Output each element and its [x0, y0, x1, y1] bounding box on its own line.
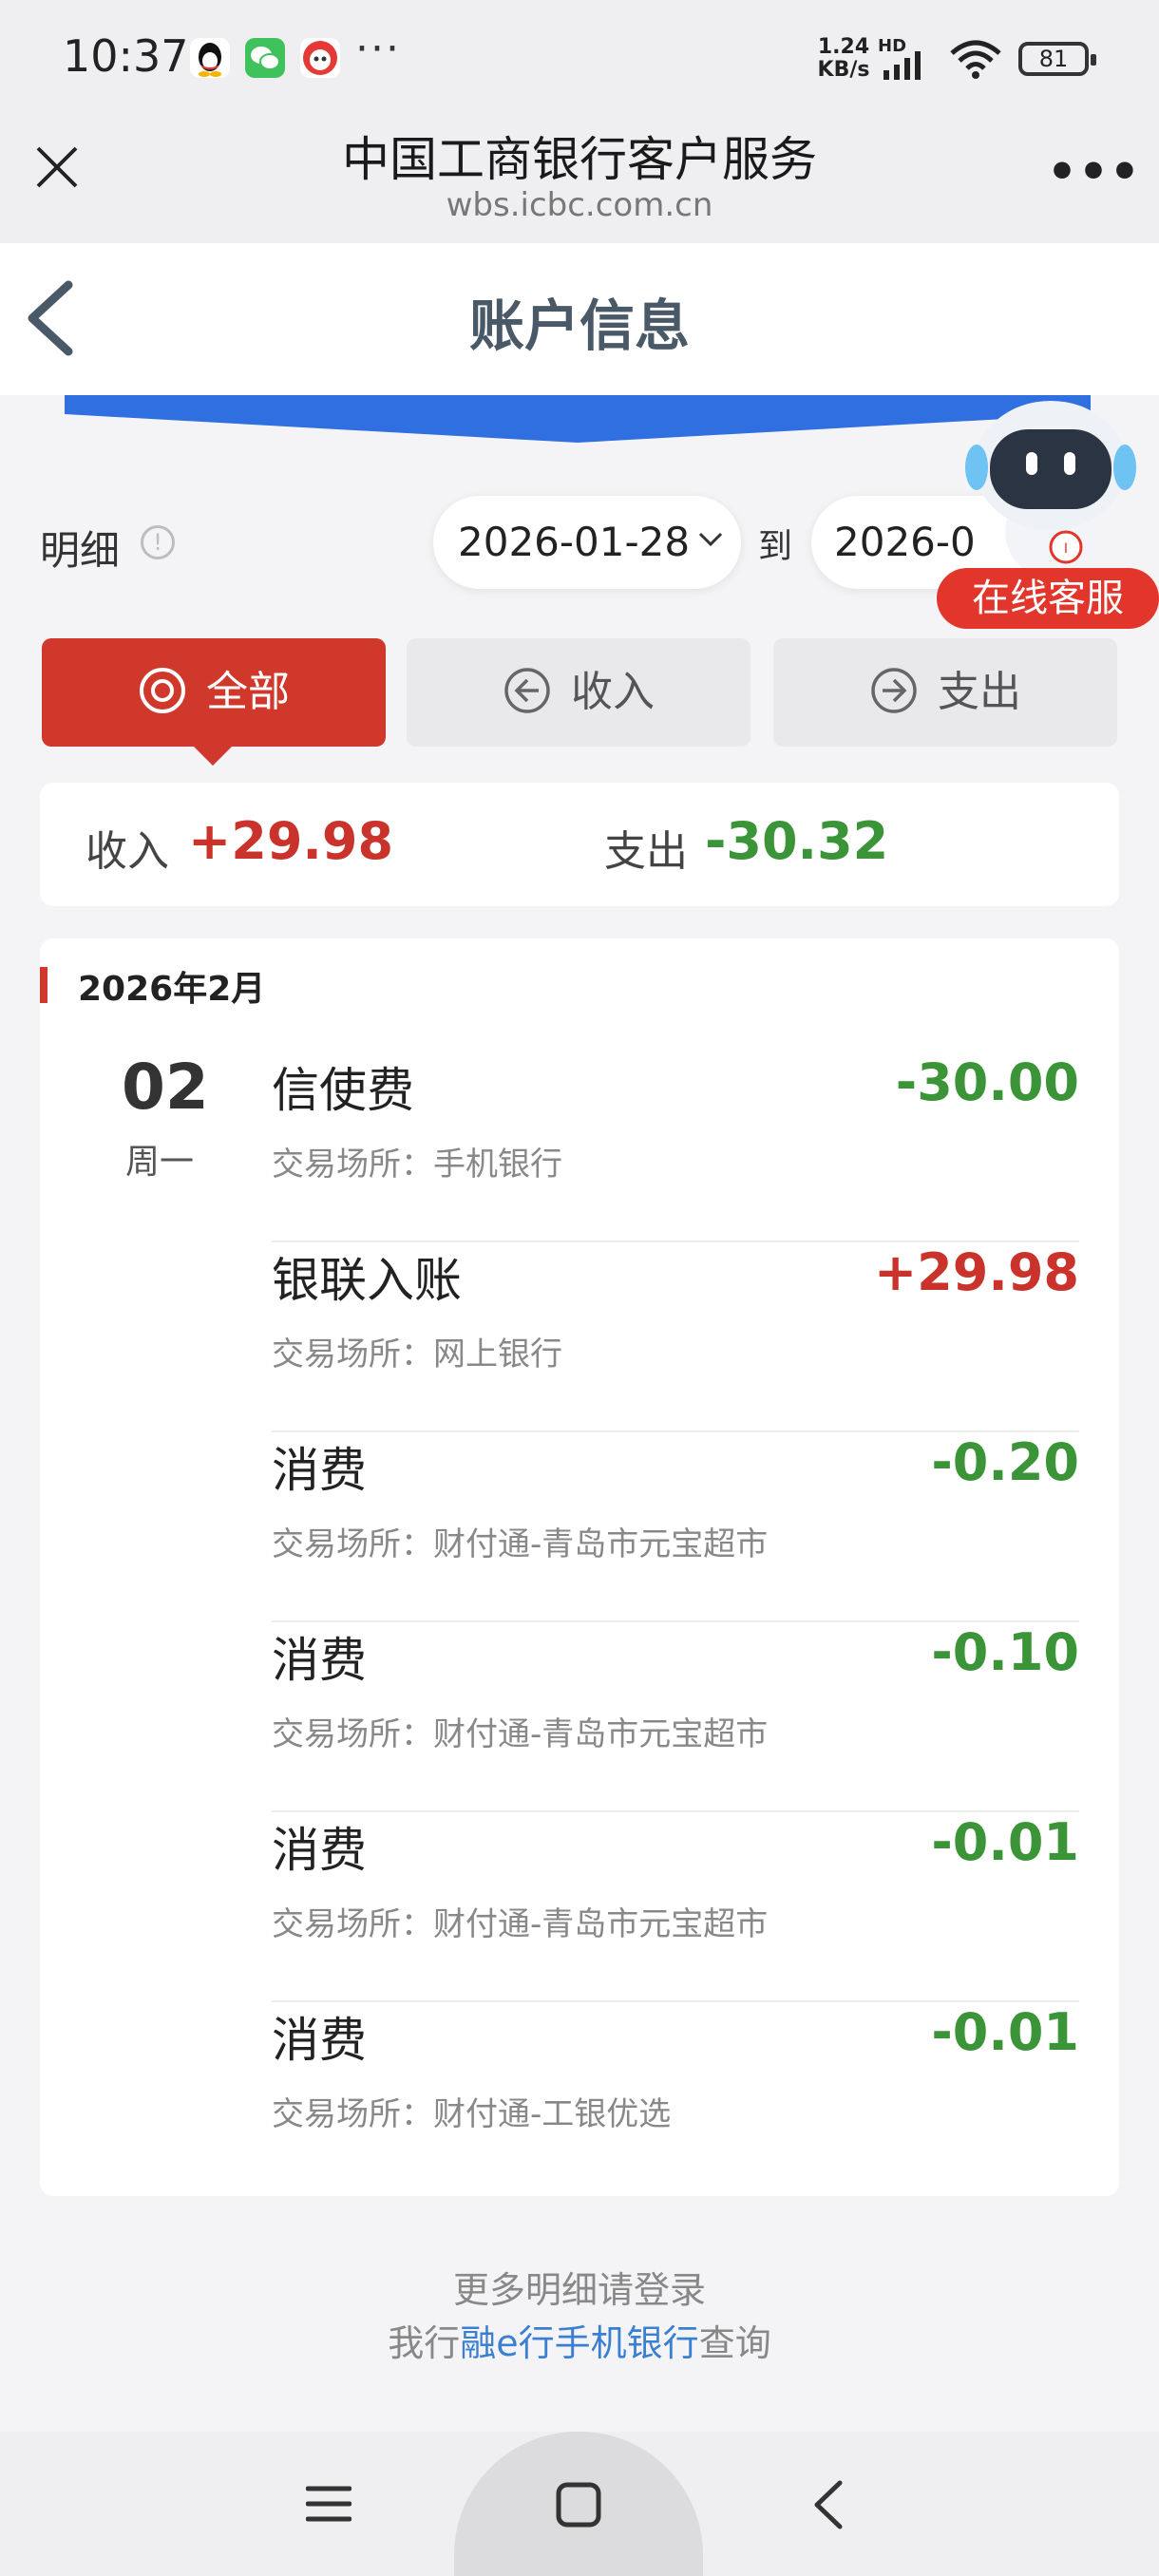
wifi-icon [950, 40, 1001, 79]
browser-header: 中国工商银行客户服务 wbs.icbc.com.cn ••• [0, 116, 1159, 243]
robot-assistant-icon[interactable]: I [960, 399, 1142, 589]
transaction-amount: -0.10 [931, 1622, 1079, 1682]
online-service-button[interactable]: 在线客服 [937, 568, 1159, 629]
transaction-amount: -30.00 [895, 1052, 1079, 1112]
tab-expense[interactable]: 支出 [773, 638, 1117, 747]
transaction-amount: +29.98 [873, 1242, 1079, 1302]
tab-income[interactable]: 收入 [407, 638, 750, 747]
transaction-amount: -0.20 [931, 1432, 1079, 1492]
arrow-right-circle-icon [871, 668, 917, 713]
mobile-banking-link[interactable]: 融e行手机银行 [460, 2322, 698, 2364]
transaction-list-card: 2026年2月 02 周一 信使费 交易场所：手机银行 -30.00 银联入账 … [40, 938, 1119, 2196]
back-icon[interactable] [809, 2479, 847, 2530]
transaction-row[interactable]: 银联入账 交易场所：网上银行 +29.98 [272, 1242, 1079, 1432]
transaction-row[interactable]: 消费 交易场所：财付通-工银优选 -0.01 [272, 2002, 1079, 2192]
chevron-down-icon [698, 532, 723, 547]
transaction-row[interactable]: 信使费 交易场所：手机银行 -30.00 [272, 1052, 1079, 1242]
transaction-title: 信使费 [272, 1063, 414, 1118]
footer-note-link-line: 我行融e行手机银行查询 [388, 2322, 771, 2364]
expense-label: 支出 [604, 827, 688, 876]
home-icon[interactable] [555, 2481, 602, 2529]
expense-total: -30.32 [705, 811, 889, 871]
transaction-place: 交易场所：财付通-青岛市元宝超市 [272, 1715, 769, 1753]
month-accent-bar [40, 967, 48, 1003]
start-date-picker[interactable]: 2026-01-28 [433, 496, 741, 589]
qq-icon [190, 38, 230, 78]
transaction-title: 银联入账 [272, 1253, 462, 1308]
more-menu-button[interactable]: ••• [1047, 144, 1141, 199]
summary-card: 收入 +29.98 支出 -30.32 [40, 783, 1119, 906]
transaction-amount: -0.01 [931, 1812, 1079, 1872]
app-red-icon [300, 38, 340, 78]
wechat-icon [245, 38, 285, 78]
signal-icon [884, 51, 921, 80]
date-to-label: 到 [758, 527, 793, 566]
transaction-place: 交易场所：网上银行 [272, 1335, 562, 1373]
transaction-title: 消费 [272, 2013, 367, 2068]
transaction-row[interactable]: 消费 交易场所：财付通-青岛市元宝超市 -0.20 [272, 1432, 1079, 1622]
tab-all[interactable]: 全部 [42, 638, 386, 766]
browser-url: wbs.icbc.com.cn [446, 186, 713, 224]
browser-title: 中国工商银行客户服务 [342, 132, 817, 187]
transaction-row[interactable]: 消费 交易场所：财付通-青岛市元宝超市 -0.10 [272, 1622, 1079, 1812]
battery-indicator: 81 [1018, 42, 1096, 76]
income-total: +29.98 [188, 811, 394, 871]
transaction-title: 消费 [272, 1443, 367, 1498]
status-time: 10:37 [63, 30, 189, 82]
status-bar: 10:37 ··· 1.24 KB/s HD 81 [0, 0, 1159, 116]
month-label: 2026年2月 [78, 970, 266, 1009]
menu-icon[interactable] [306, 2481, 352, 2527]
account-banner-edge [65, 395, 1091, 443]
page-title: 账户信息 [468, 294, 690, 358]
weekday-label: 周一 [125, 1143, 195, 1182]
transaction-row[interactable]: 消费 交易场所：财付通-青岛市元宝超市 -0.01 [272, 1812, 1079, 2002]
target-icon [140, 668, 185, 713]
svg-text:I: I [1064, 541, 1068, 557]
transaction-place: 交易场所：财付通-工银优选 [272, 2095, 672, 2133]
transaction-title: 消费 [272, 1633, 367, 1688]
arrow-left-circle-icon [504, 668, 550, 713]
footer-note: 更多明细请登录 [452, 2269, 706, 2311]
network-speed: 1.24 KB/s [817, 35, 870, 82]
transaction-place: 交易场所：手机银行 [272, 1146, 562, 1184]
page-header: 账户信息 [0, 243, 1159, 395]
transaction-place: 交易场所：财付通-青岛市元宝超市 [272, 1905, 769, 1943]
income-label: 收入 [86, 827, 169, 876]
transaction-title: 消费 [272, 1823, 367, 1878]
detail-label: 明细 [40, 527, 121, 574]
transaction-amount: -0.01 [931, 2002, 1079, 2062]
info-icon[interactable]: ! [141, 525, 175, 559]
status-overflow: ··· [355, 25, 401, 73]
day-number: 02 [122, 1051, 209, 1124]
transaction-place: 交易场所：财付通-青岛市元宝超市 [272, 1525, 769, 1563]
